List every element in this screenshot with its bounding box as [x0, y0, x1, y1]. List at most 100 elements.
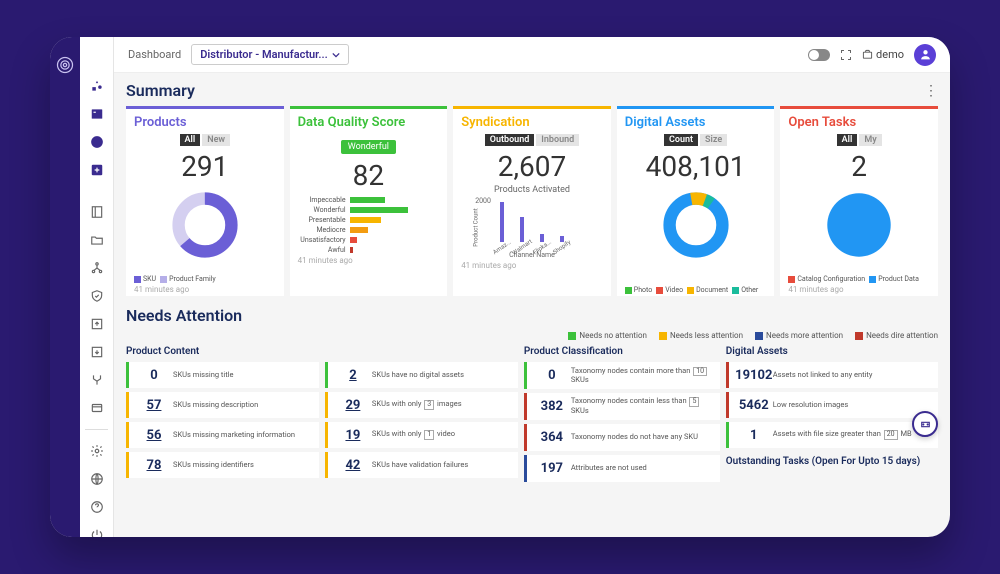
- expand-icon[interactable]: [840, 49, 852, 61]
- card-products: Products All New 291 SKU Product Family …: [126, 106, 284, 296]
- attention-item[interactable]: 19SKUs with only 1 video: [325, 422, 518, 448]
- attention-row: 78SKUs missing identifiers42SKUs have va…: [126, 452, 518, 478]
- attention-row: 56SKUs missing marketing information19SK…: [126, 422, 518, 448]
- nav-products-icon[interactable]: [86, 107, 108, 121]
- attention-item[interactable]: 19102Assets not linked to any entity: [726, 362, 938, 388]
- nav-upload-icon[interactable]: [86, 317, 108, 331]
- legend-item: Needs more attention: [755, 331, 843, 340]
- attention-item[interactable]: 2SKUs have no digital assets: [325, 362, 518, 388]
- nav-tree-icon[interactable]: [86, 261, 108, 275]
- tab-new[interactable]: New: [202, 134, 230, 146]
- app-rail: [50, 37, 80, 537]
- quality-bar: Mediocre: [298, 226, 440, 234]
- synd-col: Shopify: [557, 236, 567, 251]
- timestamp: 41 minutes ago: [298, 256, 440, 265]
- quality-bar: Awful: [298, 246, 440, 254]
- theme-toggle[interactable]: [808, 49, 830, 61]
- assets-value: 408,101: [625, 150, 767, 183]
- tab-outbound[interactable]: Outbound: [485, 134, 535, 146]
- nav-shield-icon[interactable]: [86, 289, 108, 303]
- chevron-down-icon: [332, 51, 340, 59]
- attention-item[interactable]: 29SKUs with only 3 images: [325, 392, 518, 418]
- nav-power-icon[interactable]: [86, 528, 108, 537]
- context-dropdown-label: Distributor - Manufactur...: [200, 48, 328, 61]
- products-value: 291: [134, 150, 276, 183]
- topbar: Dashboard Distributor - Manufactur... de…: [114, 37, 950, 73]
- attention-item[interactable]: 42SKUs have validation failures: [325, 452, 518, 478]
- attention-item[interactable]: 78SKUs missing identifiers: [126, 452, 319, 478]
- tab-all-tasks[interactable]: All: [837, 134, 858, 146]
- synd-col: Walmart: [517, 217, 527, 251]
- nav-book-icon[interactable]: [86, 205, 108, 219]
- tab-size[interactable]: Size: [700, 134, 727, 146]
- tab-my-tasks[interactable]: My: [859, 134, 881, 146]
- chat-button[interactable]: [912, 411, 938, 437]
- col-content-title: Product Content: [126, 346, 518, 357]
- card-quality-title: Data Quality Score: [298, 115, 440, 130]
- content-area: Summary ⋮ Products All New 291 SKU: [114, 73, 950, 537]
- nav-dashboard-icon[interactable]: [86, 79, 108, 93]
- nav-card-icon[interactable]: [86, 401, 108, 415]
- card-tasks-title: Open Tasks: [788, 115, 930, 130]
- attention-row: 0SKUs missing title2SKUs have no digital…: [126, 362, 518, 388]
- context-dropdown[interactable]: Distributor - Manufactur...: [191, 44, 349, 65]
- legend-item: Needs dire attention: [855, 331, 938, 340]
- user-icon: [919, 48, 932, 61]
- timestamp: 41 minutes ago: [461, 261, 603, 270]
- attention-legend: Needs no attention Needs less attention Ne…: [126, 331, 938, 340]
- attention-item[interactable]: 364Taxonomy nodes do not have any SKU: [524, 424, 720, 451]
- quality-bar: Wonderful: [298, 206, 440, 214]
- products-donut: [134, 188, 276, 262]
- attention-item[interactable]: 56SKUs missing marketing information: [126, 422, 319, 448]
- briefcase-icon: [862, 49, 873, 60]
- nav-help-icon[interactable]: [86, 500, 108, 514]
- col-class-title: Product Classification: [524, 346, 720, 357]
- quality-bar: Unsatisfactory: [298, 236, 440, 244]
- attention-row: 57SKUs missing description29SKUs with on…: [126, 392, 518, 418]
- attention-title: Needs Attention: [126, 306, 242, 325]
- nav-globe-icon[interactable]: [86, 472, 108, 486]
- outstanding-title: Outstanding Tasks (Open For Upto 15 days…: [726, 452, 938, 471]
- timestamp: 41 minutes ago: [788, 285, 930, 294]
- syndication-chart: Product Count 2000 Amaz...WalmartFlipka.…: [461, 197, 603, 251]
- tasks-value: 2: [788, 150, 930, 183]
- nav-merge-icon[interactable]: [86, 373, 108, 387]
- summary-cards: Products All New 291 SKU Product Family …: [126, 106, 938, 296]
- nav-download-icon[interactable]: [86, 345, 108, 359]
- legend-item: Needs less attention: [659, 331, 743, 340]
- tab-inbound[interactable]: Inbound: [536, 134, 579, 146]
- attention-item[interactable]: 5462Low resolution images: [726, 392, 938, 418]
- card-quality: Data Quality Score Wonderful 82 Impeccab…: [290, 106, 448, 296]
- quality-bar: Impeccable: [298, 196, 440, 204]
- quality-bar: Presentable: [298, 216, 440, 224]
- nav-folder-icon[interactable]: [86, 233, 108, 247]
- attention-grid: Product Content 0SKUs missing title2SKUs…: [126, 346, 938, 482]
- card-assets-title: Digital Assets: [625, 115, 767, 130]
- demo-label[interactable]: demo: [862, 48, 904, 61]
- synd-col: Flipka...: [537, 234, 547, 251]
- brand-logo: [55, 55, 75, 75]
- tab-all[interactable]: All: [180, 134, 201, 146]
- card-syndication-title: Syndication: [461, 115, 603, 130]
- avatar[interactable]: [914, 44, 936, 66]
- nav-chart-icon[interactable]: [86, 135, 108, 149]
- attention-item[interactable]: 57SKUs missing description: [126, 392, 319, 418]
- tab-count[interactable]: Count: [664, 134, 698, 146]
- breadcrumb: Dashboard: [128, 48, 181, 61]
- legend-item: Needs no attention: [568, 331, 647, 340]
- quality-badge: Wonderful: [341, 140, 396, 154]
- nav-add-icon[interactable]: [86, 163, 108, 177]
- nav-settings-icon[interactable]: [86, 444, 108, 458]
- card-syndication: Syndication Outbound Inbound 2,607 Produ…: [453, 106, 611, 296]
- more-icon[interactable]: ⋮: [924, 83, 938, 99]
- card-tasks: Open Tasks All My 2 Catalog Configuratio…: [780, 106, 938, 296]
- attention-item[interactable]: 1Assets with file size greater than 20 M…: [726, 422, 938, 448]
- syndication-xlabel: Channel Name: [461, 251, 603, 259]
- attention-item[interactable]: 0SKUs missing title: [126, 362, 319, 388]
- attention-item[interactable]: 197Attributes are not used: [524, 455, 720, 482]
- attention-item[interactable]: 382Taxonomy nodes contain less than 5 SK…: [524, 393, 720, 420]
- col-digital-title: Digital Assets: [726, 346, 938, 357]
- syndication-subtitle: Products Activated: [461, 185, 603, 195]
- attention-item[interactable]: 0Taxonomy nodes contain more than 10 SKU…: [524, 362, 720, 389]
- synd-col: Amaz...: [497, 202, 507, 251]
